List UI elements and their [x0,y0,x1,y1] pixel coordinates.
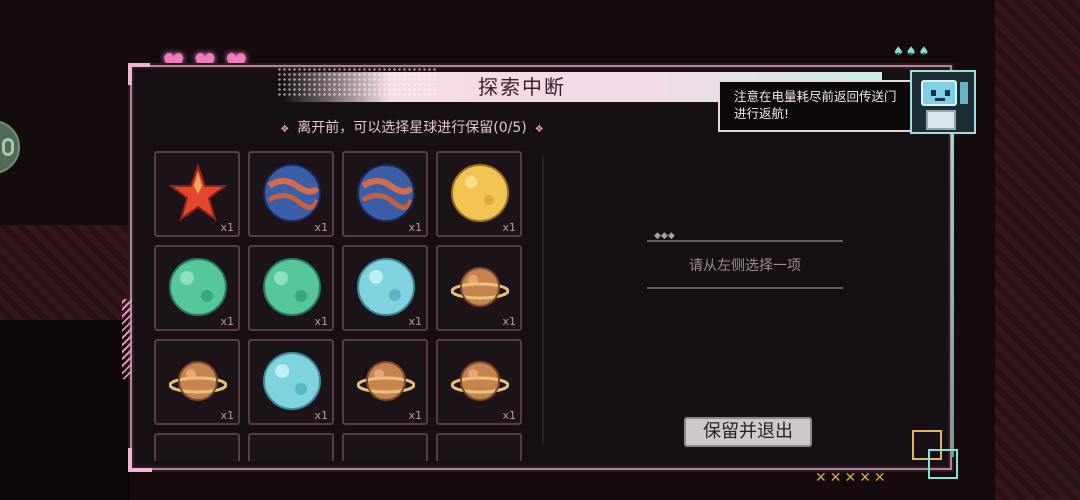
warning-notice: 注意在电量耗尽前返回传送门进行返航! [718,80,913,132]
spade-deco-icon: ♠♠♠ [893,44,932,58]
corner-deco [128,63,150,85]
planet-slot[interactable]: x1 [436,151,522,237]
x-marks-deco: ✕✕✕✕✕ [815,470,889,486]
planet-slot[interactable]: x1 [248,151,334,237]
planet-slot[interactable]: x1 [154,151,240,237]
planet-slot[interactable] [436,433,522,461]
planet-slot[interactable]: x1 [248,245,334,331]
background-rock-left [0,225,130,320]
background-void [0,320,130,500]
dot-pattern [277,67,437,97]
planet-slot[interactable]: x1 [436,245,522,331]
background-rock-right [995,0,1080,500]
planet-slot[interactable]: x1 [342,151,428,237]
item-quantity: x1 [220,221,234,234]
planet-slot[interactable] [154,433,240,461]
keep-instructions: ❖ 离开前，可以选择星球进行保留(0/5) ❖ [132,117,692,137]
item-quantity: x1 [502,315,516,328]
item-quantity: x1 [220,409,234,422]
divider-line [647,287,843,289]
item-quantity: x1 [314,315,328,328]
item-quantity: x1 [408,315,422,328]
frame-deco [928,449,958,479]
corner-deco [128,448,152,472]
robot-avatar-icon [910,70,976,134]
planet-slot[interactable]: x1 [342,245,428,331]
planet-slot[interactable]: x1 [154,339,240,425]
diamond-icon: ❖ [280,124,290,135]
side-menu-button[interactable] [0,120,20,174]
planet-slot[interactable] [248,433,334,461]
divider-line [647,240,843,242]
item-quantity: x1 [408,409,422,422]
item-quantity: x1 [314,409,328,422]
diamond-icon: ❖ [534,124,544,135]
divider [542,155,544,445]
subtitle-text: 离开前，可以选择星球进行保留(0/5) [297,120,527,136]
item-quantity: x1 [502,221,516,234]
planet-slot[interactable] [342,433,428,461]
planet-slot[interactable]: x1 [436,339,522,425]
planet-slot[interactable]: x1 [342,339,428,425]
save-and-exit-button[interactable]: 保留并退出 [684,417,812,447]
planet-grid: x1 x1 x1 x1 x1 x1 x1 x1 x1 x1 x1 x1 [154,151,526,461]
item-quantity: x1 [502,409,516,422]
planet-slot[interactable]: x1 [154,245,240,331]
item-quantity: x1 [314,221,328,234]
item-quantity: x1 [408,221,422,234]
dialog-title: 探索中断 [478,75,566,99]
planet-slot[interactable]: x1 [248,339,334,425]
empty-selection-text: 请从左侧选择一项 [689,258,801,274]
stripe-deco [122,299,132,379]
edge-glow [951,127,954,457]
item-quantity: x1 [220,315,234,328]
